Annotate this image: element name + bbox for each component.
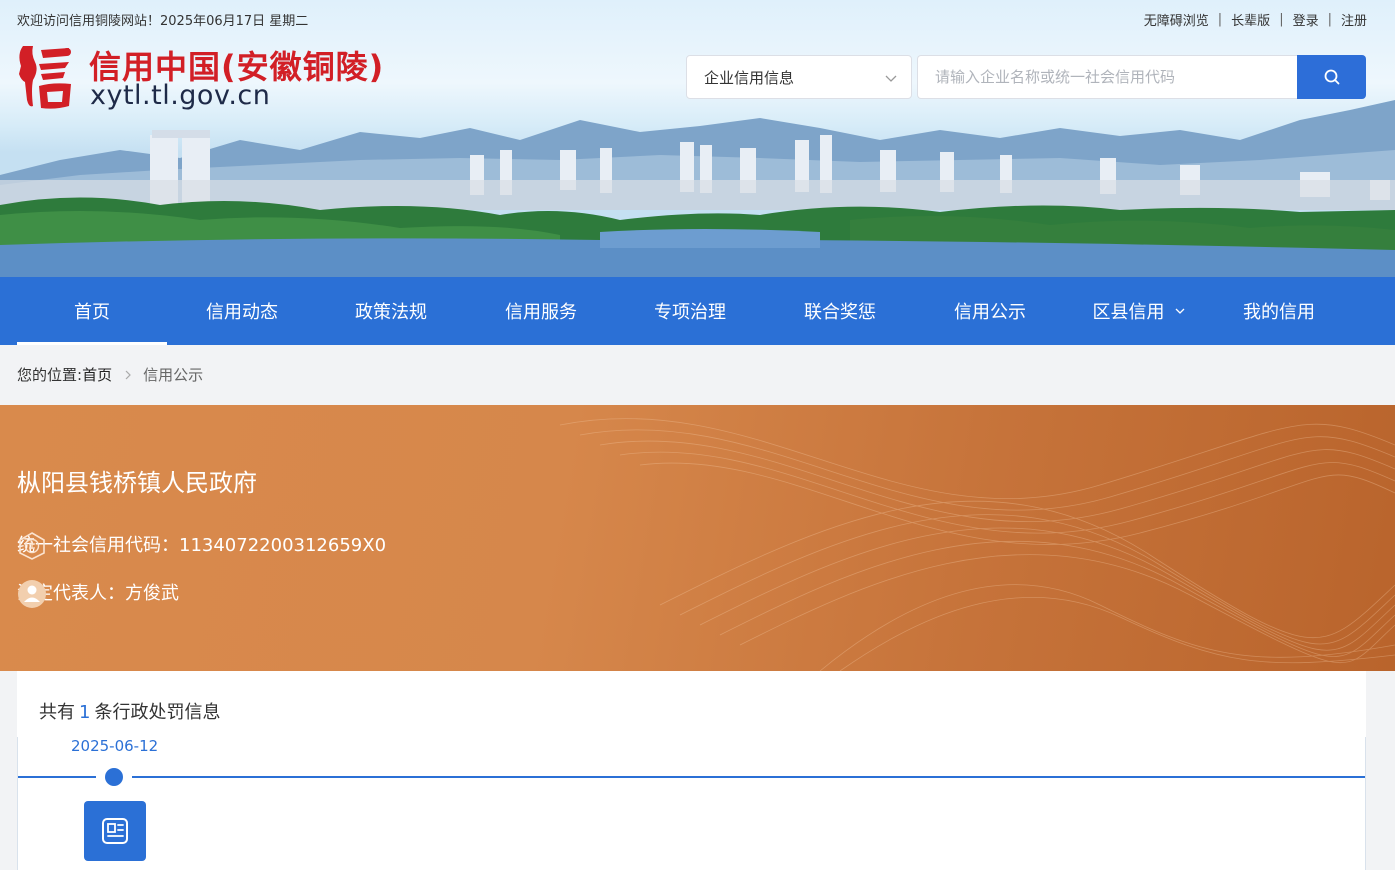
register-link[interactable]: 注册 [1341,10,1367,29]
count-prefix: 共有 [39,702,75,723]
top-links: 无障碍浏览 | 长辈版 | 登录 | 注册 [1144,10,1367,29]
record-count: 1 [79,702,91,723]
nav-label: 信用服务 [505,302,577,323]
link-separator: | [1279,12,1284,27]
main-nav: 首页 信用动态 政策法规 信用服务 专项治理 联合奖惩 信用公示 区县信用 我的… [0,277,1395,345]
nav-item-county-credit[interactable]: 区县信用 [1064,277,1214,345]
site-logo[interactable]: 信用中国(安徽铜陵) xytl.tl.gov.cn [15,40,395,112]
nav-item-joint-rewards[interactable]: 联合奖惩 [765,277,915,345]
login-link[interactable]: 登录 [1293,10,1319,29]
person-avatar-icon [18,580,46,608]
timeline-date: 2025-06-12 [71,737,159,755]
chevron-right-icon [125,370,131,379]
org-name: 枞阳县钱桥镇人民政府 [17,469,257,497]
breadcrumb-label: 您的位置: [17,366,83,384]
nav-item-credit-publicity[interactable]: 信用公示 [915,277,1065,345]
nav-item-credit-news[interactable]: 信用动态 [167,277,317,345]
search-category-value: 企业信用信息 [704,68,795,87]
search-bar: 企业信用信息 [686,55,1366,99]
count-suffix: 条行政处罚信息 [94,702,221,723]
record-detail-button[interactable] [84,801,146,861]
nav-item-policies[interactable]: 政策法规 [316,277,466,345]
nav-label: 首页 [74,302,110,323]
timeline-line [18,776,96,778]
timeline: 2025-06-12 [17,737,1366,870]
nav-item-credit-services[interactable]: 信用服务 [466,277,616,345]
search-input[interactable] [917,55,1297,99]
chevron-down-icon [885,75,897,82]
breadcrumb-current: 信用公示 [143,366,204,384]
search-button[interactable] [1297,55,1366,99]
link-separator: | [1217,12,1223,27]
timeline-line [132,776,1365,778]
enterprise-badge-icon [19,532,45,560]
link-separator: | [1327,12,1332,27]
document-icon [102,818,128,844]
credit-code-text: 统一社会信用代码：1134072200312659X0 [17,535,387,556]
nav-label: 信用公示 [954,302,1026,323]
legal-rep-row: 法定代表人：方俊武 [17,579,179,608]
header-banner: 欢迎访问信用铜陵网站！2025年06月17日 星期二 无障碍浏览 | 长辈版 |… [0,0,1395,277]
credit-code-row: 统一社会信用代码：1134072200312659X0 [17,531,387,560]
breadcrumb-home-link[interactable]: 首页 [82,364,112,385]
record-count-summary: 共有 1 条行政处罚信息 [39,698,220,724]
nav-label: 政策法规 [355,302,427,323]
nav-label: 信用动态 [206,302,278,323]
logo-credit-icon [19,46,71,109]
nav-label: 区县信用 [1092,302,1165,323]
breadcrumb: 您的位置: 首页 信用公示 [17,364,203,385]
nav-item-home[interactable]: 首页 [17,277,167,345]
search-category-select[interactable]: 企业信用信息 [686,55,912,99]
elder-version-link[interactable]: 长辈版 [1231,10,1270,29]
nav-label: 我的信用 [1243,302,1315,323]
nav-label: 专项治理 [654,302,726,323]
penalty-records-panel: 共有 1 条行政处罚信息 2025-06-12 [17,671,1366,870]
org-header: 枞阳县钱桥镇人民政府 统一社会信用代码：1134072200312659X0 法… [0,405,1395,671]
accessibility-link[interactable]: 无障碍浏览 [1144,10,1209,29]
chevron-down-icon [1175,308,1184,314]
nav-item-special-governance[interactable]: 专项治理 [615,277,765,345]
welcome-text: 欢迎访问信用铜陵网站！2025年06月17日 星期二 [17,14,309,29]
logo-domain: xytl.tl.gov.cn [90,80,271,111]
nav-item-my-credit[interactable]: 我的信用 [1204,277,1354,345]
timeline-dot [105,768,123,786]
search-icon [1324,69,1339,85]
nav-label: 联合奖惩 [804,302,876,323]
